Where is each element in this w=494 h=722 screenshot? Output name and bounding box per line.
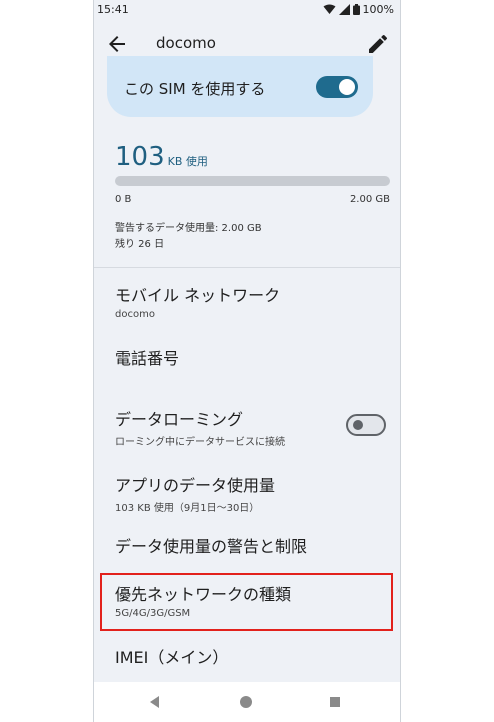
pencil-icon[interactable] [366,32,390,56]
toggle-knob [339,79,355,95]
section-divider [94,267,400,268]
sim-toggle-card[interactable]: この SIM を使用する [107,56,373,117]
app-data-usage-item[interactable]: アプリのデータ使用量 103 KB 使用（9月1日〜30日） [115,472,275,514]
mobile-network-item[interactable]: モバイル ネットワーク docomo [115,282,280,320]
nav-back-icon[interactable] [150,696,159,708]
usage-progress-bar [115,176,390,186]
list-item-subtitle: ローミング中にデータサービスに接続 [115,437,285,448]
wifi-icon [323,4,336,14]
battery-icon [352,4,360,15]
nav-home-icon[interactable] [240,696,252,708]
usage-max-label: 2.00 GB [349,194,390,205]
battery-percent: 100% [362,3,394,16]
list-item-title: 電話番号 [115,349,180,368]
list-item-title: データ使用量の警告と制限 [115,537,308,556]
data-warning-limit-item[interactable]: データ使用量の警告と制限 [115,533,307,557]
status-bar: 15:41 100% [94,0,400,20]
phone-number-item[interactable]: 電話番号 [115,345,179,369]
list-item-title: IMEI（メイン） [115,648,229,667]
imei-item[interactable]: IMEI（メイン） [115,644,228,668]
usage-unit: KB 使用 [167,155,208,168]
data-roaming-toggle[interactable] [346,414,386,436]
list-item-title: アプリのデータ使用量 [115,476,276,495]
phone-frame: 15:41 100% docomo この SIM を使用する 103 KB 使用… [93,0,401,722]
usage-warning-text: 警告するデータ使用量: 2.00 GB [115,223,262,234]
settings-screen: 15:41 100% docomo この SIM を使用する 103 KB 使用… [94,0,400,682]
list-item-subtitle: docomo [115,309,155,320]
status-icons: 100% [323,3,394,16]
usage-amount: 103 KB 使用 [115,142,208,172]
data-roaming-item[interactable]: データローミング ローミング中にデータサービスに接続 [115,406,285,448]
highlight-box [100,573,393,631]
list-item-subtitle: 103 KB 使用（9月1日〜30日） [115,503,260,514]
status-time: 15:41 [97,3,129,16]
usage-min-label: 0 B [115,194,132,205]
list-item-title: データローミング [115,410,244,429]
toggle-knob [353,420,363,430]
back-arrow-icon[interactable] [105,32,129,56]
navigation-bar [94,682,400,722]
sim-toggle-switch[interactable] [316,76,358,98]
usage-number: 103 [115,142,165,172]
list-item-title: モバイル ネットワーク [115,286,281,305]
nav-recents-icon[interactable] [330,697,340,707]
sim-toggle-label: この SIM を使用する [124,80,266,98]
signal-icon [338,4,350,15]
usage-remaining-text: 残り 26 日 [115,239,165,250]
page-title: docomo [156,34,216,52]
